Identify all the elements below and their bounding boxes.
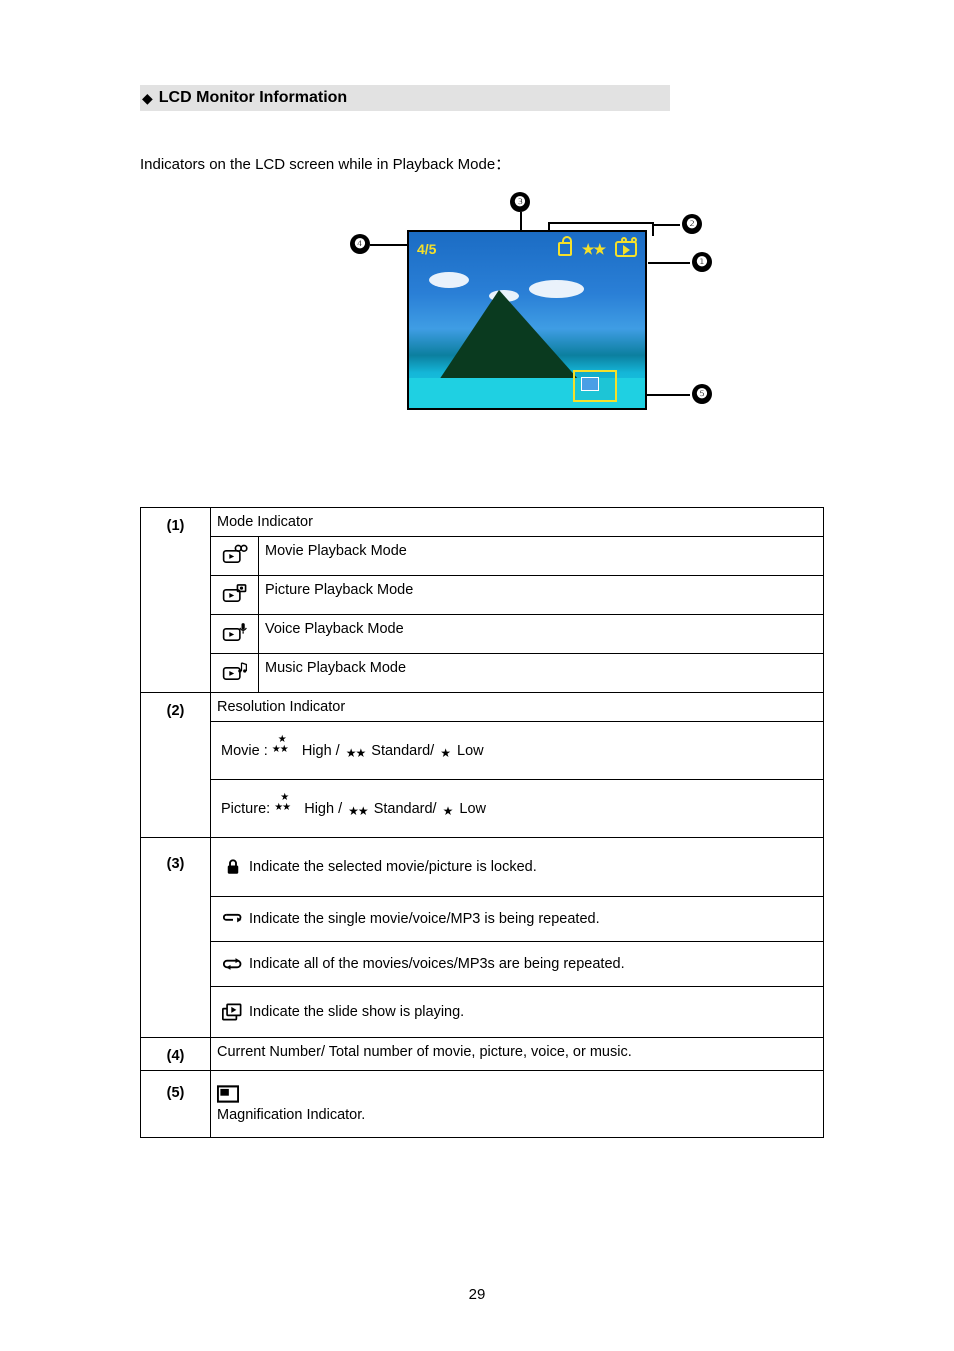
callout-5: ❺: [692, 384, 712, 404]
repeat-all-icon: [223, 956, 243, 972]
lock-icon: [224, 858, 242, 876]
magnification-icon: [573, 370, 617, 402]
high-label: High /: [304, 801, 346, 817]
repeat-all-text: Indicate all of the movies/voices/MP3s a…: [245, 956, 625, 972]
picture-mode-icon: [222, 582, 248, 604]
callout-2: ❷: [682, 214, 702, 234]
slideshow-icon: [222, 1003, 244, 1021]
high-label: High /: [302, 743, 344, 759]
low-label: Low: [459, 801, 486, 817]
page-number: 29: [0, 1286, 954, 1303]
row5-text: Magnification Indicator.: [217, 1107, 817, 1123]
row3-num: (3): [141, 838, 211, 1038]
picture-prefix: Picture:: [221, 801, 274, 817]
low-label: Low: [457, 743, 484, 759]
figure: ❸ ❷ ❹ ❶ ❺ 4/5: [140, 192, 824, 447]
lcd-counter: 4/5: [417, 241, 436, 257]
row4-text: Current Number/ Total number of movie, p…: [211, 1038, 824, 1071]
one-star-icon: [440, 745, 451, 761]
two-star-icon: [348, 803, 368, 819]
standard-label: Standard/: [371, 743, 438, 759]
repeat-one-text: Indicate the single movie/voice/MP3 is b…: [245, 911, 600, 927]
row4-num: (4): [141, 1038, 211, 1071]
line: [370, 244, 408, 246]
info-table: (1) Mode Indicator Movie Playback Mode: [140, 507, 824, 1138]
three-star-icon: [274, 798, 300, 816]
music-mode-icon: [222, 660, 248, 682]
line: [548, 222, 654, 224]
row2-num: (2): [141, 693, 211, 838]
slideshow-text: Indicate the slide show is playing.: [245, 1004, 464, 1020]
two-star-icon: [346, 745, 366, 761]
picture-resolution-line: Picture: High / Standard/ Low: [217, 786, 817, 831]
document-page: ◆ LCD Monitor Information Indicators on …: [0, 0, 954, 1351]
line: [648, 262, 690, 264]
lcd-screen: 4/5 ★★: [407, 230, 647, 410]
row2-header: Resolution Indicator: [211, 693, 824, 722]
mode-icon: [615, 241, 637, 257]
line: [654, 224, 680, 226]
movie-mode-icon: [222, 543, 248, 565]
voice-mode-icon: [222, 621, 248, 643]
repeat-one-icon: [223, 911, 243, 927]
magnification-icon: [217, 1085, 239, 1103]
standard-label: Standard/: [374, 801, 441, 817]
callout-1: ❶: [692, 252, 712, 272]
three-star-icon: [272, 740, 298, 758]
movie-mode-label: Movie Playback Mode: [259, 537, 824, 576]
voice-mode-label: Voice Playback Mode: [259, 615, 824, 654]
section-heading: ◆ LCD Monitor Information: [140, 85, 670, 111]
lock-icon: [558, 242, 572, 256]
intro-text: Indicators on the LCD screen while in Pl…: [140, 153, 824, 174]
row1-num: (1): [141, 508, 211, 693]
diamond-icon: ◆: [142, 90, 153, 107]
callout-4: ❹: [350, 234, 370, 254]
movie-resolution-line: Movie : High / Standard/ Low: [217, 728, 817, 773]
row1-header: Mode Indicator: [211, 508, 824, 537]
callout-3: ❸: [510, 192, 530, 212]
heading-text: LCD Monitor Information: [159, 89, 347, 107]
row5-num: (5): [141, 1071, 211, 1138]
resolution-stars: ★★: [582, 241, 605, 258]
movie-prefix: Movie :: [221, 743, 268, 759]
music-mode-label: Music Playback Mode: [259, 654, 824, 693]
locked-text: Indicate the selected movie/picture is l…: [245, 859, 537, 875]
one-star-icon: [443, 803, 454, 819]
picture-mode-label: Picture Playback Mode: [259, 576, 824, 615]
